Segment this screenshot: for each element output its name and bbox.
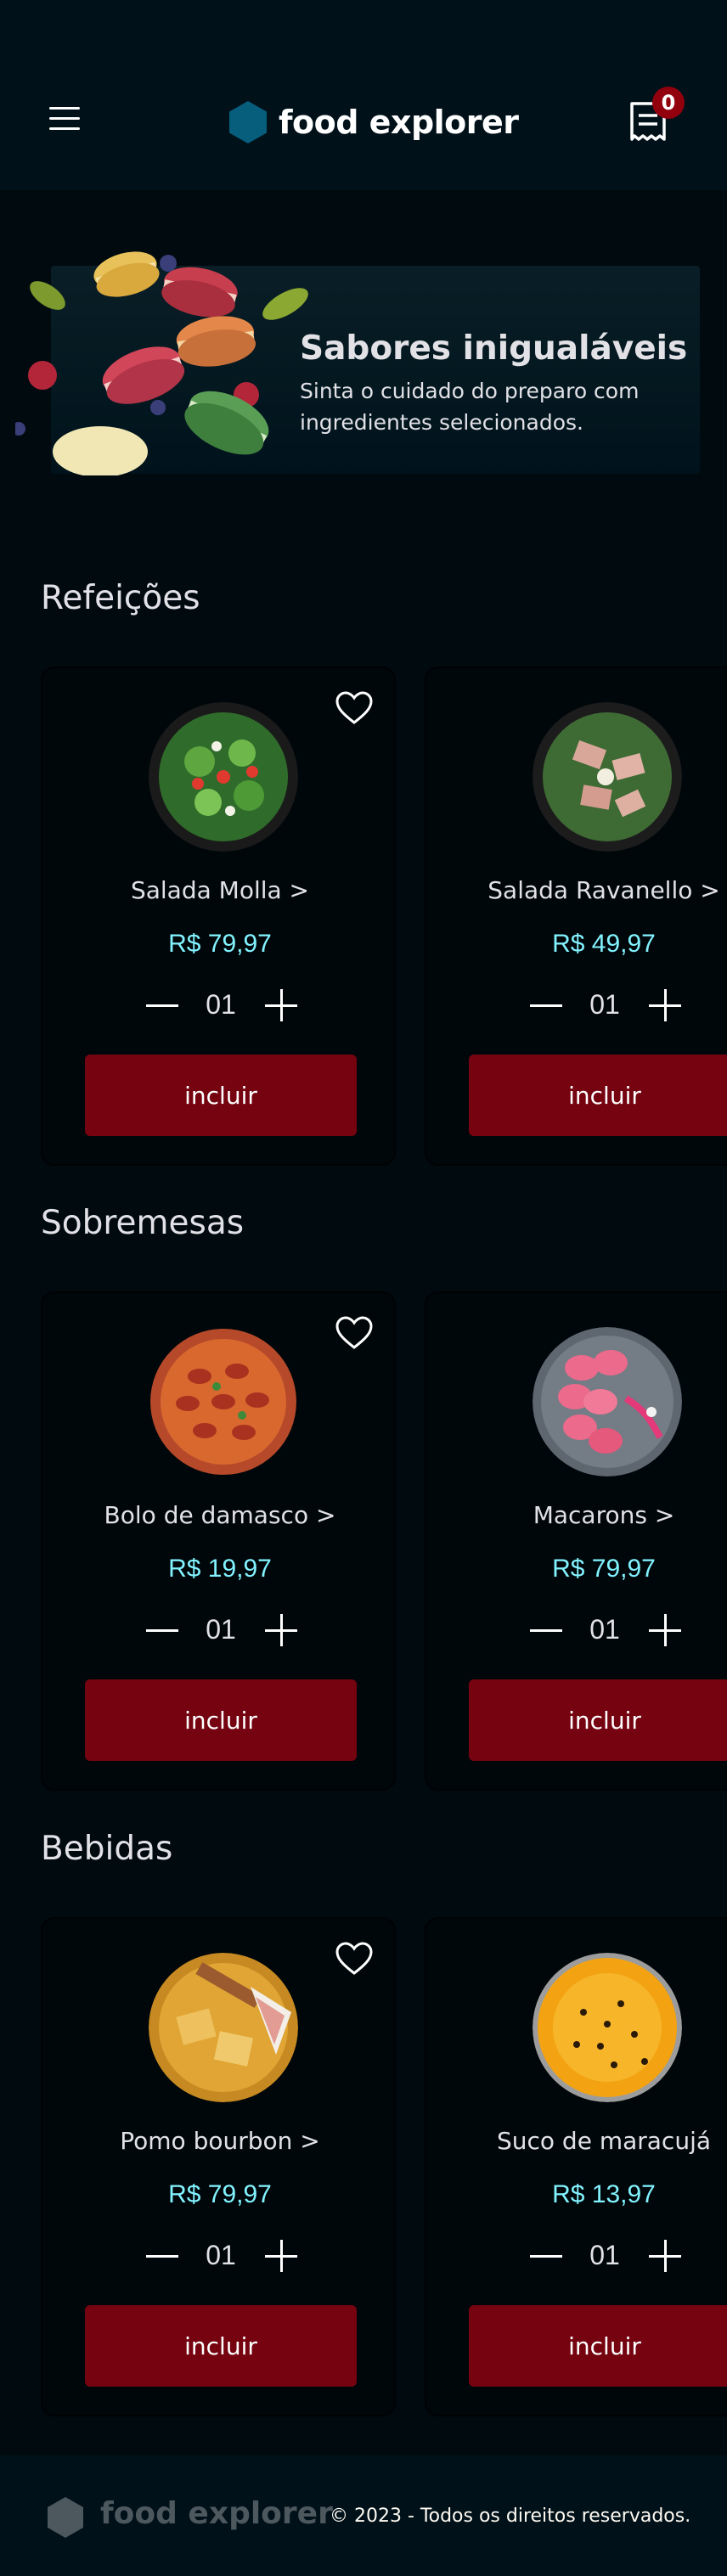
include-button[interactable]: incluir (85, 2305, 357, 2387)
plus-icon[interactable] (265, 2240, 297, 2272)
quantity-value: 01 (206, 2240, 236, 2270)
dish-card[interactable]: Suco de maracujá R$ 13,97 01 incluir (425, 1917, 727, 2416)
menu-button[interactable] (49, 105, 85, 131)
dish-price: R$ 19,97 (168, 1555, 272, 1583)
quantity-value: 01 (206, 989, 236, 1020)
section-title-drinks: Bebidas (41, 1830, 173, 1868)
quantity-value: 01 (589, 989, 620, 1020)
menu-bar (49, 117, 80, 120)
dish-image-salad[interactable] (149, 702, 298, 852)
hexagon-logo-icon (229, 101, 267, 143)
dish-price: R$ 79,97 (552, 1555, 656, 1583)
plus-icon[interactable] (265, 1614, 297, 1646)
dish-image-cake[interactable] (149, 1327, 298, 1476)
quantity-stepper: 01 (426, 1614, 727, 1648)
dish-name[interactable]: Suco de maracujá (426, 2127, 727, 2155)
section-title-desserts: Sobremesas (41, 1204, 245, 1242)
quantity-stepper: 01 (426, 989, 727, 1023)
dish-price: R$ 13,97 (552, 2180, 656, 2208)
brand-name: food explorer (279, 104, 519, 141)
minus-icon[interactable] (530, 1629, 562, 1632)
minus-icon[interactable] (530, 2255, 562, 2258)
include-button[interactable]: incluir (85, 1679, 357, 1761)
minus-icon[interactable] (530, 1004, 562, 1007)
dish-image-macarons[interactable] (533, 1327, 682, 1476)
dish-name[interactable]: Pomo bourbon > (42, 2127, 397, 2155)
macarons-illustration (15, 251, 308, 475)
dish-name[interactable]: Salada Molla > (42, 876, 397, 904)
plus-icon[interactable] (649, 2240, 681, 2272)
heart-icon[interactable] (335, 690, 374, 726)
desserts-carousel[interactable]: Bolo de damasco > R$ 19,97 01 incluir Ma… (0, 1291, 727, 1791)
include-button[interactable]: incluir (469, 1679, 727, 1761)
plus-icon[interactable] (265, 989, 297, 1021)
heart-icon[interactable] (335, 1315, 374, 1351)
quantity-value: 01 (589, 1614, 620, 1645)
include-button[interactable]: incluir (469, 1055, 727, 1136)
quantity-stepper: 01 (42, 1614, 397, 1648)
dish-name[interactable]: Salada Ravanello > (426, 876, 727, 904)
dish-card[interactable]: Salada Molla > R$ 79,97 01 incluir (41, 666, 396, 1166)
dish-card[interactable]: Bolo de damasco > R$ 19,97 01 incluir (41, 1291, 396, 1791)
plus-icon[interactable] (649, 989, 681, 1021)
copyright-text: © 2023 - Todos os direitos reservados. (330, 2506, 691, 2527)
dish-price: R$ 49,97 (552, 930, 656, 958)
cart-count-badge: 0 (652, 87, 685, 119)
banner-subtitle: Sinta o cuidado do preparo com ingredien… (300, 379, 640, 435)
dish-card[interactable]: Macarons > R$ 79,97 01 incluir (425, 1291, 727, 1791)
dish-name[interactable]: Macarons > (426, 1501, 727, 1529)
quantity-value: 01 (206, 1614, 236, 1645)
top-header (0, 0, 727, 190)
dish-card[interactable]: Salada Ravanello > R$ 49,97 01 incluir (425, 666, 727, 1166)
dish-card[interactable]: Pomo bourbon > R$ 79,97 01 incluir (41, 1917, 396, 2416)
dish-image-salad[interactable] (533, 702, 682, 852)
menu-bar (49, 127, 80, 130)
include-button[interactable]: incluir (85, 1055, 357, 1136)
quantity-stepper: 01 (42, 989, 397, 1023)
footer-brand: food explorer (100, 2496, 333, 2531)
banner-title: Sabores inigualáveis (300, 329, 688, 368)
dish-price: R$ 79,97 (168, 2180, 272, 2208)
menu-bar (49, 107, 80, 110)
include-button[interactable]: incluir (469, 2305, 727, 2387)
dish-image-juice[interactable] (533, 1953, 682, 2102)
dish-price: R$ 79,97 (168, 930, 272, 958)
meals-carousel[interactable]: Salada Molla > R$ 79,97 01 incluir Salad… (0, 666, 727, 1166)
quantity-stepper: 01 (42, 2240, 397, 2274)
minus-icon[interactable] (146, 1004, 178, 1007)
heart-icon[interactable] (335, 1941, 374, 1977)
quantity-stepper: 01 (426, 2240, 727, 2274)
dish-image-drink[interactable] (149, 1953, 298, 2102)
quantity-value: 01 (589, 2240, 620, 2270)
drinks-carousel[interactable]: Pomo bourbon > R$ 79,97 01 incluir Suco … (0, 1917, 727, 2416)
minus-icon[interactable] (146, 1629, 178, 1632)
section-title-meals: Refeições (41, 579, 200, 617)
plus-icon[interactable] (649, 1614, 681, 1646)
minus-icon[interactable] (146, 2255, 178, 2258)
brand[interactable]: food explorer (229, 100, 519, 144)
dish-name[interactable]: Bolo de damasco > (42, 1501, 397, 1529)
hexagon-logo-icon (48, 2497, 83, 2538)
